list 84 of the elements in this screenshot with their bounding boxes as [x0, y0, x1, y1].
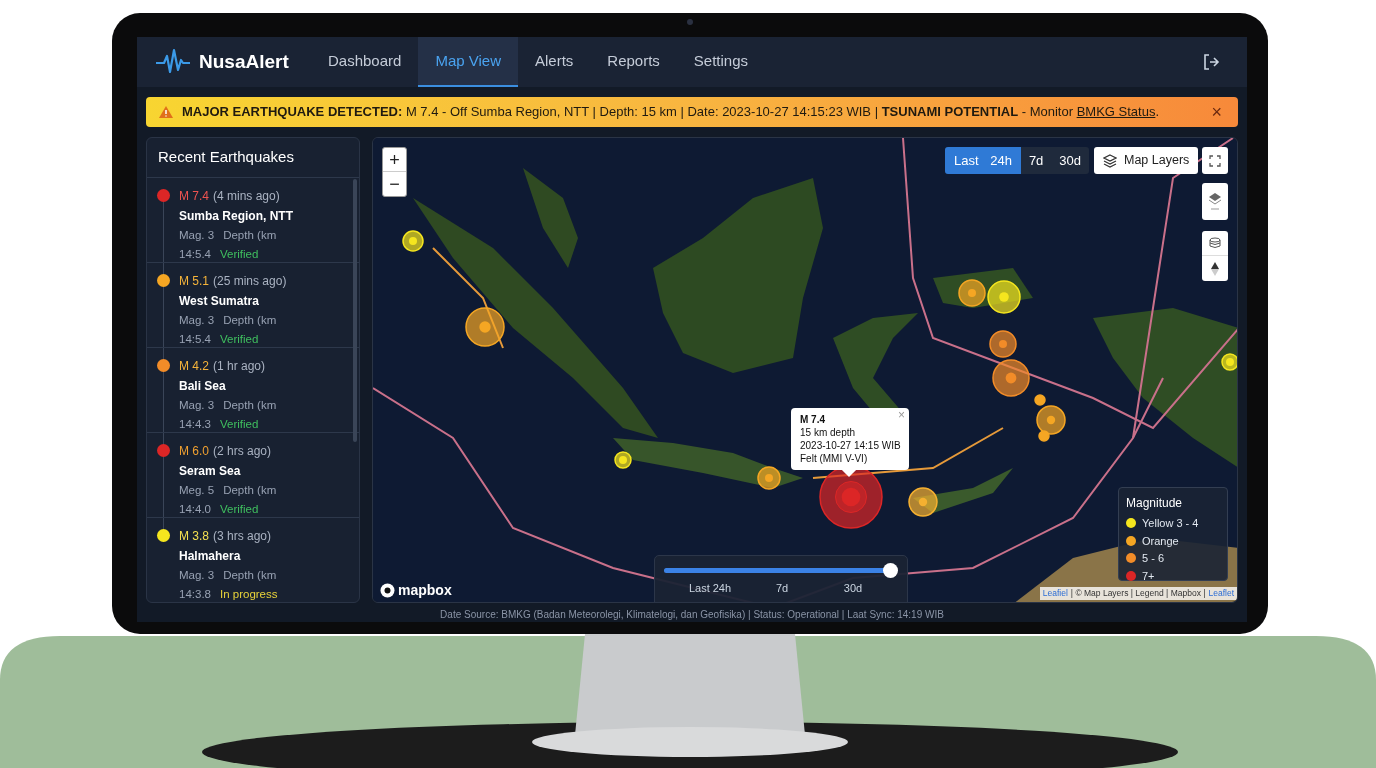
- time-ago: (25 mins ago): [213, 273, 287, 290]
- panel-title: Recent Earthquakes: [158, 147, 294, 168]
- status-label: Verified: [220, 502, 259, 518]
- magnitude-value: Meg. 5: [179, 483, 215, 498]
- time-ago: (2 hrs ago): [213, 443, 272, 460]
- compass-icon: [1210, 260, 1220, 277]
- pulse-icon: [155, 48, 191, 76]
- logout-icon[interactable]: [1201, 52, 1221, 72]
- depth-label: Depth (km: [223, 568, 277, 583]
- time-ago: (4 mins ago): [213, 188, 280, 205]
- status-footer: Date Source: BMKG (Badan Meteorolegi, Klimatelogi, dan Geofisika) | Status: Operational | Laat Sync: 14:19 WIB: [440, 607, 944, 622]
- fullscreen-button[interactable]: [1202, 147, 1228, 174]
- earthquake-item[interactable]: M 3.8 (3 hrs ago) Halmahera Mag. 3 Depth (km 14:3.8 In progress: [147, 518, 359, 602]
- attribution-text: | © Map Layers | Legend | Mapbox |: [1070, 587, 1206, 600]
- time-value: 14:5.4: [179, 332, 211, 348]
- time-range-tab[interactable]: 30d: [1051, 147, 1090, 174]
- depth-label: Depth (km: [223, 313, 277, 328]
- nav-tab[interactable]: Dashboard: [311, 37, 419, 87]
- zoom-out-button[interactable]: −: [383, 172, 406, 196]
- status-label: Verified: [220, 332, 259, 348]
- close-button[interactable]: ×: [1207, 103, 1226, 121]
- zoom-in-button[interactable]: +: [383, 148, 406, 172]
- place-name: Seram Sea: [179, 463, 242, 480]
- depth-label: Depth (km: [223, 228, 277, 243]
- popup-text: Felt (MMI V-VI): [800, 452, 869, 465]
- slider-tick-label: Last 24h: [688, 581, 732, 596]
- magnitude-value: Mag. 3: [179, 313, 215, 328]
- scrollbar[interactable]: [353, 179, 357, 442]
- app-logo: NusaAlert: [199, 49, 289, 74]
- legend-title: Magnitude: [1126, 495, 1184, 512]
- slider-tick-label: 7d: [775, 581, 789, 596]
- magnitude-value: Mag. 3: [179, 568, 215, 583]
- nav-tab[interactable]: Map View: [418, 37, 518, 87]
- earthquake-item[interactable]: M 6.0 (2 hrs ago) Seram Sea Meg. 5 Depth (km 14:4.0 Verified: [147, 433, 359, 518]
- database-icon: [1209, 237, 1221, 249]
- magnitude-label: M 3.8: [179, 528, 209, 545]
- time-value: 14:4.3: [179, 417, 211, 433]
- nav-tab[interactable]: Settings: [676, 37, 766, 87]
- stack-icon: [1208, 191, 1222, 212]
- popup-text: 2023-10-27 14:15 WIB: [800, 439, 900, 452]
- slider-tick-label: 30d: [843, 581, 863, 596]
- place-name: Sumba Region, NTT: [179, 208, 294, 225]
- legend-label: 5 - 6: [1142, 551, 1164, 566]
- time-value: 14:3.8: [179, 587, 211, 602]
- time-value: 14:4.0: [179, 502, 211, 518]
- map[interactable]: + − Last 24h 7d 30d Map Layers M 7.4 15 km depth 2023-10-27 14:15 WIB Felt (MMI V-VI) × Last 24h 7d 30d Magnitude Yellow 3 - 4 Orange 5 - 6 7+ mapbox Leafiel | © Map Layers | Legend | Mapbox | Leaflet: [372, 137, 1238, 603]
- alert-message: MAJOR EARTHQUAKE DETECTED: M 7.4 - Off Sumba Region, NTT | Depth: 15 km | Date: 2023-10-27 14:15:23 WIB | TSUNAMI POTENTIAL - Monitor BMKG Status.: [182, 103, 1160, 122]
- mapbox-logo-icon: [380, 583, 395, 598]
- layers-icon: [1103, 153, 1117, 168]
- map-logo: mapbox: [398, 581, 452, 600]
- magnitude-label: M 4.2: [179, 358, 209, 375]
- magnitude-label: M 6.0: [179, 443, 209, 460]
- time-range-tab[interactable]: Last 24h: [945, 147, 1021, 174]
- fullscreen-icon: [1209, 154, 1221, 167]
- map-layers-button[interactable]: Map Layers: [1094, 147, 1199, 174]
- layer-toggle-button[interactable]: [1202, 183, 1228, 220]
- attribution-link[interactable]: Leaflet: [1208, 587, 1234, 600]
- camera-icon: [687, 19, 693, 25]
- time-value: 14:5.4: [179, 247, 211, 263]
- popup-title: M 7.4: [800, 413, 826, 426]
- legend-label: 7+: [1142, 568, 1155, 584]
- magnitude-value: Mag. 3: [179, 398, 215, 413]
- nav-tab[interactable]: Alerts: [518, 37, 591, 87]
- warning-icon: [158, 105, 174, 119]
- popup-text: 15 km depth: [800, 426, 857, 439]
- status-label: In progress: [220, 587, 278, 602]
- legend-label: Orange: [1142, 533, 1179, 549]
- magnitude-value: Mag. 3: [179, 228, 215, 243]
- place-name: Bali Sea: [179, 378, 227, 395]
- time-ago: (3 hrs ago): [213, 528, 272, 545]
- place-name: Halmahera: [179, 548, 242, 565]
- status-label: Verified: [220, 417, 259, 433]
- depth-label: Depth (km: [223, 483, 277, 498]
- slider-thumb[interactable]: [883, 563, 898, 578]
- attribution-link[interactable]: Leafiel: [1042, 587, 1068, 600]
- time-range-tab[interactable]: 7d: [1020, 147, 1052, 174]
- magnitude-label: M 7.4: [179, 188, 209, 205]
- status-label: Verified: [220, 247, 259, 263]
- place-name: West Sumatra: [179, 293, 260, 310]
- magnitude-label: M 5.1: [179, 273, 209, 290]
- nav-tab[interactable]: Reports: [590, 37, 677, 87]
- time-ago: (1 hr ago): [213, 358, 266, 375]
- legend-label: Yellow 3 - 4: [1142, 516, 1199, 531]
- depth-label: Depth (km: [223, 398, 277, 413]
